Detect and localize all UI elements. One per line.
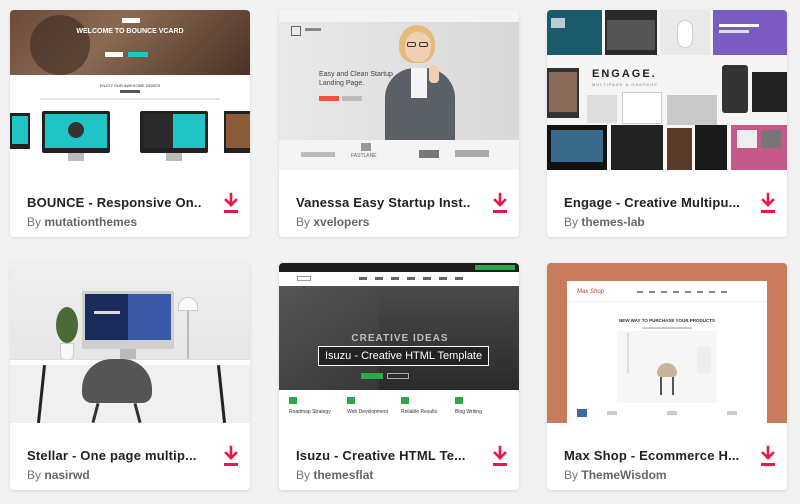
download-icon[interactable] — [759, 192, 777, 214]
author-prefix: By — [27, 468, 42, 482]
title-tooltip: Isuzu - Creative HTML Template — [318, 346, 490, 366]
theme-thumbnail[interactable]: Max Shop NEW WAY TO PURCHASE YOUR PRODUC… — [547, 263, 787, 423]
theme-card[interactable]: CREATIVE IDEAS Isuzu - Creative HTML Tem… — [279, 263, 519, 490]
author-prefix: By — [564, 215, 579, 229]
thumb-logo: Max Shop — [577, 289, 605, 295]
thumb-tagline: MULTIPAGE & ONEPAGE — [592, 82, 658, 87]
theme-author[interactable]: By nasirwd — [27, 468, 90, 482]
theme-thumbnail[interactable]: ENGAGE. MULTIPAGE & ONEPAGE — [547, 10, 787, 170]
author-name[interactable]: nasirwd — [44, 468, 89, 482]
thumb-hero-title: WELCOME TO BOUNCE VCARD — [76, 28, 184, 35]
thumb-headline: NEW WAY TO PURCHASE YOUR PRODUCTS — [618, 318, 716, 323]
thumb-brand: ENGAGE. — [592, 68, 657, 80]
download-icon[interactable] — [759, 445, 777, 467]
author-name[interactable]: themes-lab — [581, 215, 644, 229]
theme-card[interactable]: WELCOME TO BOUNCE VCARD ENJOY OUR AWESOM… — [10, 10, 250, 237]
theme-author[interactable]: By xvelopers — [296, 215, 369, 229]
theme-card[interactable]: Easy and Clean Startup Landing Page. FAS… — [279, 10, 519, 237]
author-name[interactable]: xvelopers — [313, 215, 369, 229]
download-icon[interactable] — [222, 192, 240, 214]
download-icon[interactable] — [222, 445, 240, 467]
service-label: Reliable Results — [401, 409, 438, 415]
service-label: Web Development — [347, 409, 389, 415]
theme-thumbnail[interactable]: Easy and Clean Startup Landing Page. FAS… — [279, 10, 519, 170]
author-prefix: By — [296, 215, 311, 229]
theme-title[interactable]: Engage - Creative Multipu... — [564, 195, 739, 210]
author-prefix: By — [564, 468, 579, 482]
download-icon[interactable] — [491, 445, 509, 467]
thumb-hero-text: CREATIVE IDEAS — [351, 333, 449, 344]
theme-thumbnail[interactable]: CREATIVE IDEAS Isuzu - Creative HTML Tem… — [279, 263, 519, 423]
theme-author[interactable]: By themes-lab — [564, 215, 645, 229]
theme-thumbnail[interactable] — [10, 263, 250, 423]
author-name[interactable]: ThemeWisdom — [581, 468, 666, 482]
author-name[interactable]: mutationthemes — [44, 215, 137, 229]
theme-thumbnail[interactable]: WELCOME TO BOUNCE VCARD ENJOY OUR AWESOM… — [10, 10, 250, 170]
theme-title[interactable]: Isuzu - Creative HTML Te... — [296, 448, 466, 463]
download-icon[interactable] — [491, 192, 509, 214]
theme-author[interactable]: By mutationthemes — [27, 215, 137, 229]
theme-title[interactable]: BOUNCE - Responsive On... — [27, 195, 202, 210]
author-prefix: By — [27, 215, 42, 229]
author-name[interactable]: themesflat — [313, 468, 373, 482]
author-prefix: By — [296, 468, 311, 482]
thumb-section-title: ENJOY OUR AWESOME DEMOS — [99, 83, 161, 88]
service-label: Roadmap Strategy — [289, 409, 331, 415]
theme-title[interactable]: Vanessa Easy Startup Inst... — [296, 195, 471, 210]
theme-card[interactable]: Stellar - One page multip... By nasirwd — [10, 263, 250, 490]
theme-title[interactable]: Stellar - One page multip... — [27, 448, 197, 463]
theme-grid: WELCOME TO BOUNCE VCARD ENJOY OUR AWESOM… — [0, 0, 800, 504]
theme-card[interactable]: Max Shop NEW WAY TO PURCHASE YOUR PRODUC… — [547, 263, 787, 490]
theme-card[interactable]: ENGAGE. MULTIPAGE & ONEPAGE Engage - Cre… — [547, 10, 787, 237]
thumb-logo: FASTLANE — [351, 153, 377, 159]
service-label: Blog Writing — [455, 409, 482, 415]
theme-author[interactable]: By ThemeWisdom — [564, 468, 667, 482]
theme-title[interactable]: Max Shop - Ecommerce H... — [564, 448, 739, 463]
theme-author[interactable]: By themesflat — [296, 468, 373, 482]
